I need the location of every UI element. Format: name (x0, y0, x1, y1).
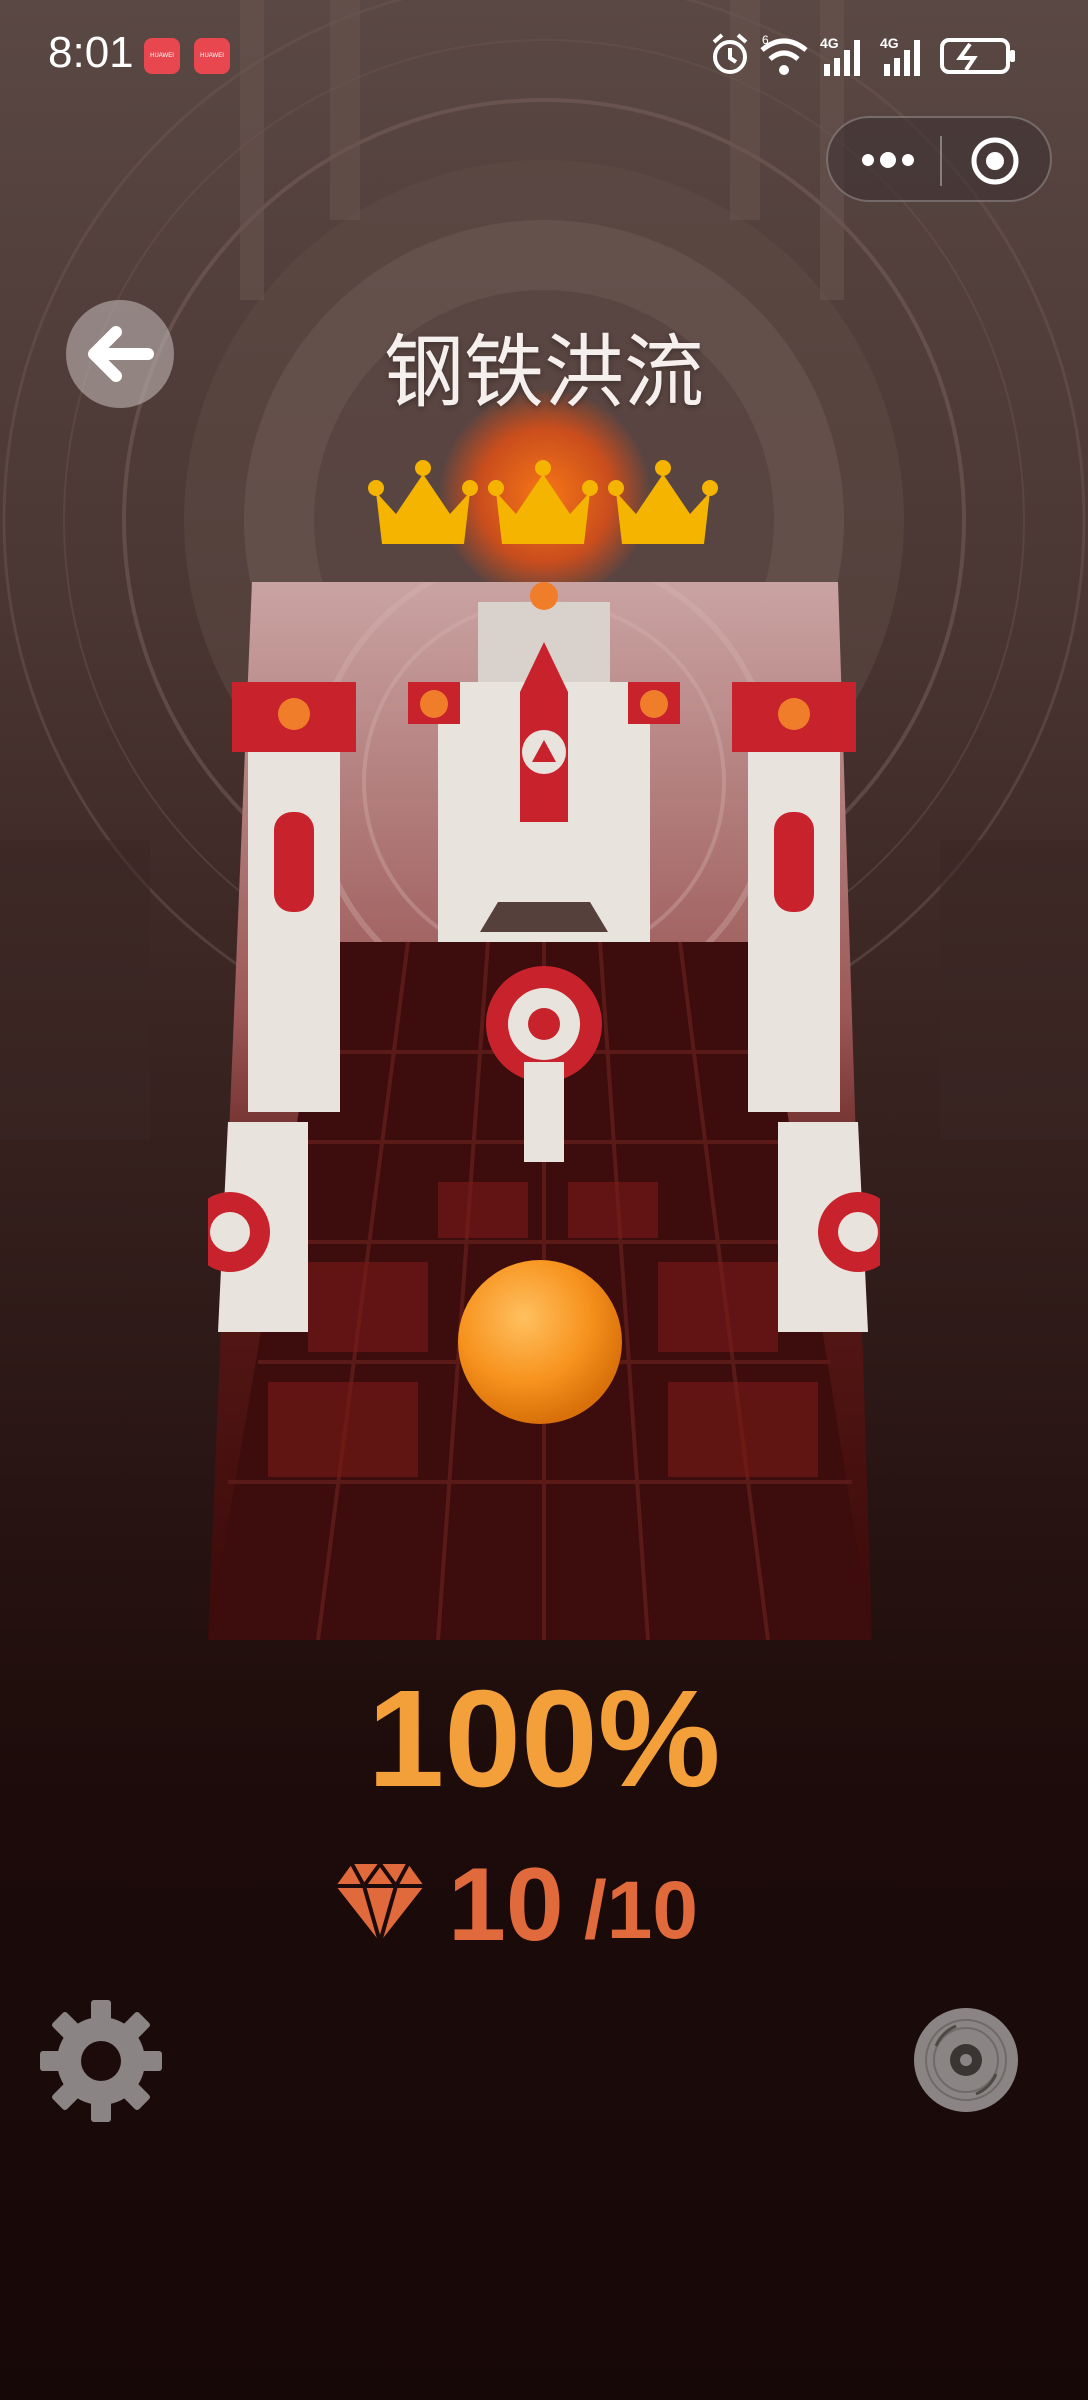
status-time: 8:01 (48, 28, 134, 77)
system-icons: 6 4G 4G (712, 33, 1015, 76)
huawei-app-icon: HUAWEI (144, 38, 180, 74)
huawei-app-icon: HUAWEI (194, 38, 230, 74)
gems-collected-count: 10 (448, 1847, 564, 1963)
crown-rating (368, 452, 718, 552)
level-title: 钢铁洪流 (384, 326, 704, 419)
svg-text:4G: 4G (820, 35, 839, 51)
crown-icon (368, 460, 478, 544)
gems-collected-row: 10 /10 (330, 1846, 750, 1963)
alarm-icon (712, 33, 748, 74)
completion-percent: 100% (367, 1662, 721, 1816)
crown-icon (488, 460, 598, 544)
svg-text:4G: 4G (880, 35, 899, 51)
battery-charging-icon (940, 38, 1015, 74)
level-preview-scene (208, 582, 880, 1640)
status-bar: 8:01 HUAWEI HUAWEI 6 4G 4G (0, 0, 1088, 110)
signal-4g-icon: 4G (880, 35, 920, 76)
miniprogram-capsule (826, 116, 1052, 202)
target-close-icon[interactable] (970, 136, 1020, 186)
back-button[interactable] (66, 300, 174, 408)
svg-text:6: 6 (762, 33, 769, 47)
arrow-left-icon (88, 326, 154, 382)
gear-icon[interactable] (36, 1996, 166, 2126)
gems-total-count: /10 (584, 1865, 698, 1956)
disc-icon[interactable] (912, 2006, 1020, 2114)
more-dots-icon[interactable] (858, 140, 918, 180)
signal-4g-icon: 4G (820, 35, 860, 76)
crown-icon (608, 460, 718, 544)
wifi-icon: 6 (760, 33, 808, 75)
diamond-icon (336, 1860, 424, 1944)
capsule-divider (940, 136, 942, 186)
player-ball (458, 1260, 622, 1424)
